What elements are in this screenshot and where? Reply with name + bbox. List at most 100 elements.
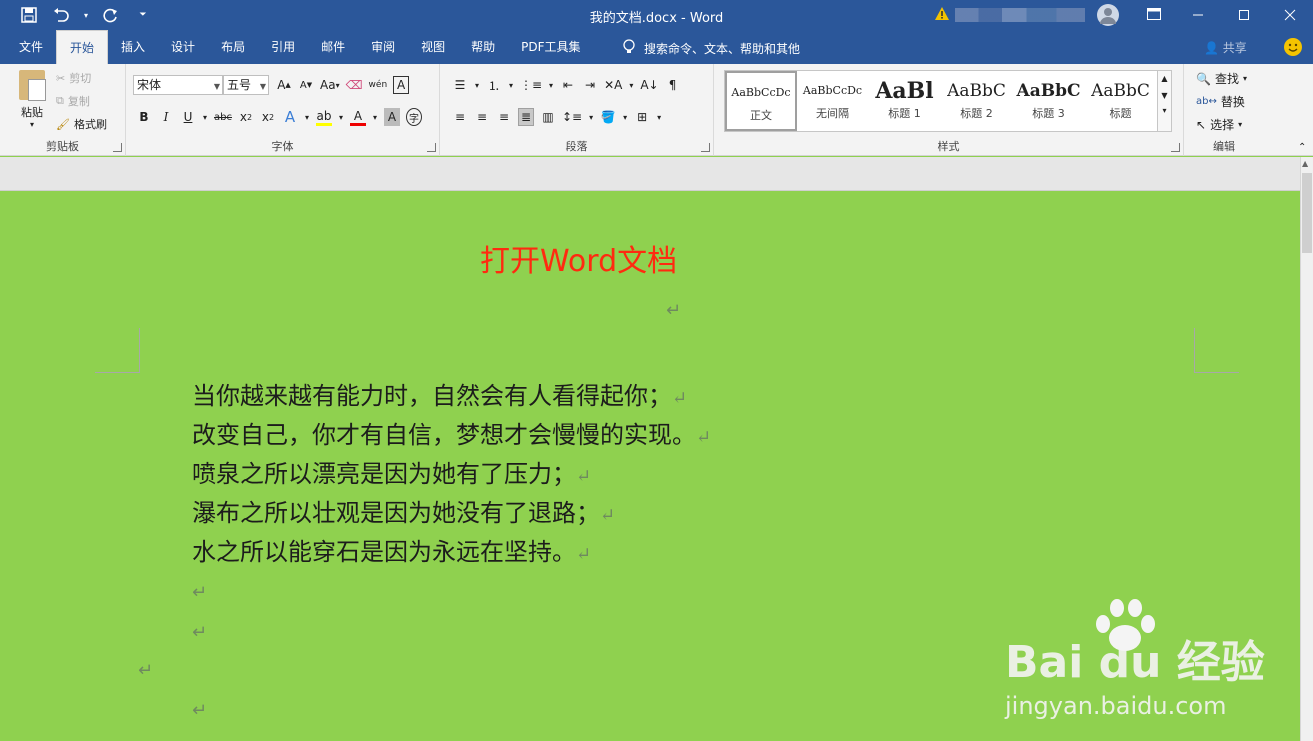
maximize-button[interactable] (1221, 0, 1267, 30)
superscript-icon[interactable]: x2 (260, 108, 276, 126)
clear-formatting-icon[interactable]: ⌫ (346, 76, 363, 94)
tab-7[interactable]: 审阅 (358, 30, 408, 64)
font-bottom-row: B I U ▾ abc x2 x2 A ▾ ab ▾ A ▾ A 字 (136, 108, 422, 126)
distributed-icon[interactable]: ▥ (540, 108, 556, 126)
chevron-down-icon[interactable]: ▾ (628, 76, 634, 94)
tab-8[interactable]: 视图 (408, 30, 458, 64)
style-item-4[interactable]: AaBbC 标题 3 (1013, 71, 1085, 131)
chevron-up-icon[interactable]: ▲ (1158, 74, 1171, 83)
minimize-button[interactable] (1175, 0, 1221, 30)
chevron-down-icon[interactable]: ▾ (622, 108, 628, 126)
gallery-scroll[interactable]: ▲ ▼ ▾ (1157, 70, 1172, 132)
close-button[interactable] (1267, 0, 1313, 30)
font-name-select[interactable]: 宋体 ▼ (133, 75, 223, 95)
document-line[interactable]: 水之所以能穿石是因为永远在坚持。↵ (192, 532, 591, 567)
scroll-up-icon[interactable]: ▲ (1302, 159, 1308, 168)
grow-font-icon[interactable]: A ▲ (276, 76, 292, 94)
decrease-indent-icon[interactable]: ⇤ (560, 76, 576, 94)
chevron-down-icon[interactable]: ▾ (548, 76, 554, 94)
style-item-1[interactable]: AaBbCcDc 无间隔 (797, 71, 869, 131)
text-direction-icon[interactable]: ✕A (604, 76, 622, 94)
replace-button[interactable]: ab↔ 替换 (1196, 93, 1245, 110)
collapse-ribbon-icon[interactable]: ⌃ (1298, 142, 1306, 153)
character-shading-icon[interactable]: A (383, 108, 400, 126)
tab-6[interactable]: 邮件 (308, 30, 358, 64)
style-item-0[interactable]: AaBbCcDc 正文 (725, 71, 797, 131)
tab-3[interactable]: 设计 (158, 30, 208, 64)
document-line[interactable]: 喷泉之所以漂亮是因为她有了压力；↵ (192, 454, 591, 489)
ribbon-display-options-icon[interactable] (1146, 6, 1162, 25)
dialog-launcher-icon[interactable] (701, 143, 710, 152)
style-item-2[interactable]: AaBl 标题 1 (869, 71, 941, 131)
chevron-down-icon[interactable]: ▾ (474, 76, 480, 94)
chevron-down-icon[interactable]: ▾ (588, 108, 594, 126)
strikethrough-icon[interactable]: abc (214, 108, 232, 126)
style-item-3[interactable]: AaBbC 标题 2 (941, 71, 1013, 131)
scroll-thumb[interactable] (1302, 173, 1312, 253)
tab-5[interactable]: 引用 (258, 30, 308, 64)
bullets-icon[interactable]: ☰ (452, 76, 468, 94)
select-button[interactable]: ↖ 选择 ▾ (1196, 116, 1242, 133)
line-spacing-icon[interactable]: ↕≡ (562, 108, 582, 126)
phonetic-guide-icon[interactable]: wén (369, 76, 388, 94)
enclose-characters-icon[interactable]: 字 (405, 108, 422, 126)
tab-1[interactable]: 开始 (56, 30, 109, 64)
dialog-launcher-icon[interactable] (113, 143, 122, 152)
justify-icon[interactable]: ≣ (518, 108, 534, 126)
align-left-icon[interactable]: ≡ (452, 108, 468, 126)
borders-icon[interactable]: ⊞ (634, 108, 650, 126)
align-right-icon[interactable]: ≡ (496, 108, 512, 126)
tab-4[interactable]: 布局 (208, 30, 258, 64)
cursor-icon: ↖ (1196, 117, 1207, 132)
paste-button[interactable]: 粘贴 ▾ (12, 70, 52, 132)
document-line[interactable]: 改变自己，你才有自信，梦想才会慢慢的实现。↵ (192, 415, 711, 450)
sort-icon[interactable]: A↓ (640, 76, 658, 94)
character-border-icon[interactable]: A (393, 76, 410, 94)
show-paragraph-marks-icon[interactable]: ¶ (665, 76, 681, 94)
avatar[interactable] (1097, 4, 1119, 26)
text-effects-icon[interactable]: A (282, 108, 298, 126)
document-line[interactable]: 瀑布之所以壮观是因为她没有了退路；↵ (192, 493, 615, 528)
vertical-scrollbar[interactable]: ▲ (1300, 157, 1313, 741)
share-button[interactable]: 👤 共享 (1204, 39, 1247, 56)
subscript-icon[interactable]: x2 (238, 108, 254, 126)
dialog-launcher-icon[interactable] (427, 143, 436, 152)
increase-indent-icon[interactable]: ⇥ (582, 76, 598, 94)
chevron-down-icon[interactable]: ▾ (338, 108, 344, 126)
tab-0[interactable]: 文件 (6, 30, 56, 64)
chevron-down-icon[interactable]: ▾ (656, 108, 662, 126)
chevron-down-icon[interactable]: ▾ (304, 108, 310, 126)
feedback-smiley-icon[interactable] (1284, 38, 1302, 56)
change-case-button[interactable]: Aa ▾ (320, 76, 340, 94)
tell-me-box[interactable]: 搜索命令、文本、帮助和其他 (622, 39, 800, 58)
numbering-icon[interactable]: ⒈ (486, 76, 502, 94)
align-center-icon[interactable]: ≡ (474, 108, 490, 126)
tab-9[interactable]: 帮助 (458, 30, 508, 64)
font-color-icon[interactable]: A (349, 108, 366, 126)
chevron-down-icon[interactable]: ▾ (202, 108, 208, 126)
chevron-down-icon[interactable]: ▾ (372, 108, 378, 126)
style-item-5[interactable]: AaBbC 标题 (1085, 71, 1157, 131)
find-button[interactable]: 🔍 查找 ▾ (1196, 70, 1247, 87)
dialog-launcher-icon[interactable] (1171, 143, 1180, 152)
font-size-select[interactable]: 五号 ▼ (223, 75, 269, 95)
italic-icon[interactable]: I (158, 108, 174, 126)
gallery-more-icon[interactable]: ▾ (1158, 106, 1171, 115)
shrink-font-icon[interactable]: A ▼ (298, 76, 314, 94)
warning-icon[interactable] (934, 6, 950, 24)
highlight-icon[interactable]: ab (315, 108, 332, 126)
tab-10[interactable]: PDF工具集 (508, 30, 593, 64)
multilevel-list-icon[interactable]: ⋮≡ (520, 76, 542, 94)
bold-icon[interactable]: B (136, 108, 152, 126)
chevron-down-icon[interactable]: ▼ (1158, 91, 1171, 100)
cut-button[interactable]: ✂ 剪切 (56, 70, 91, 86)
format-painter-button[interactable]: 🖌 格式刷 (56, 116, 107, 132)
account-name[interactable] (955, 8, 1085, 22)
chevron-down-icon[interactable]: ▾ (508, 76, 514, 94)
copy-button[interactable]: ⧉ 复制 (56, 93, 90, 109)
document-title[interactable]: 打开Word文档 (480, 236, 677, 280)
shading-icon[interactable]: 🪣 (600, 108, 616, 126)
document-line[interactable]: 当你越来越有能力时，自然会有人看得起你；↵ (192, 376, 687, 411)
underline-icon[interactable]: U (180, 108, 196, 126)
tab-2[interactable]: 插入 (108, 30, 158, 64)
